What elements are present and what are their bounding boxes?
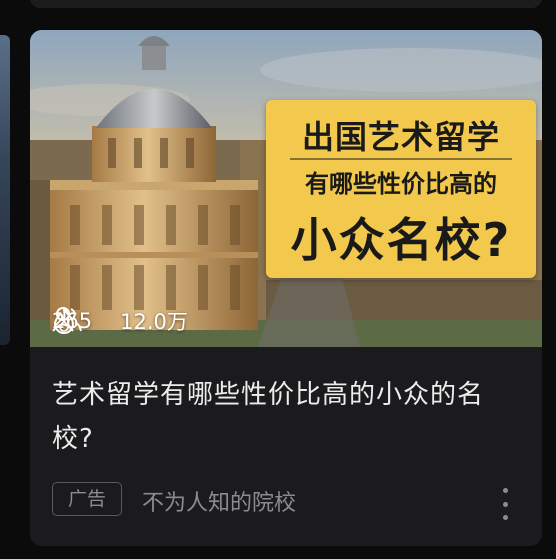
flame-icon	[54, 307, 74, 334]
cover-headline-divider	[290, 158, 512, 160]
cover-headline-line3: 小众名校?	[290, 213, 512, 267]
ad-source[interactable]: 不为人知的院校	[142, 485, 296, 517]
cover-stats: 265 12.0万	[52, 306, 216, 336]
more-dot	[502, 501, 508, 507]
more-vertical-icon[interactable]	[498, 488, 512, 520]
more-dot	[502, 488, 508, 493]
heat-count: 12.0万	[120, 310, 188, 334]
previous-card-edge[interactable]	[30, 0, 542, 8]
post-title[interactable]: 艺术留学有哪些性价比高的小众的名校?	[52, 373, 522, 461]
cover-headline-line1: 出国艺术留学	[301, 118, 500, 156]
cover-image[interactable]: 出国艺术留学 有哪些性价比高的 小众名校? 265 12.0万	[30, 30, 542, 347]
cover-headline-line2: 有哪些性价比高的	[305, 170, 497, 198]
more-dot	[502, 515, 508, 520]
heat-stat: 12.0万	[54, 306, 188, 336]
adjacent-card-edge[interactable]	[0, 35, 10, 345]
ad-badge: 广告	[52, 482, 122, 516]
cover-headline-box: 出国艺术留学 有哪些性价比高的 小众名校?	[266, 100, 536, 278]
ad-card[interactable]: 出国艺术留学 有哪些性价比高的 小众名校? 265 12.0万 艺术留学有哪些性…	[30, 30, 542, 546]
